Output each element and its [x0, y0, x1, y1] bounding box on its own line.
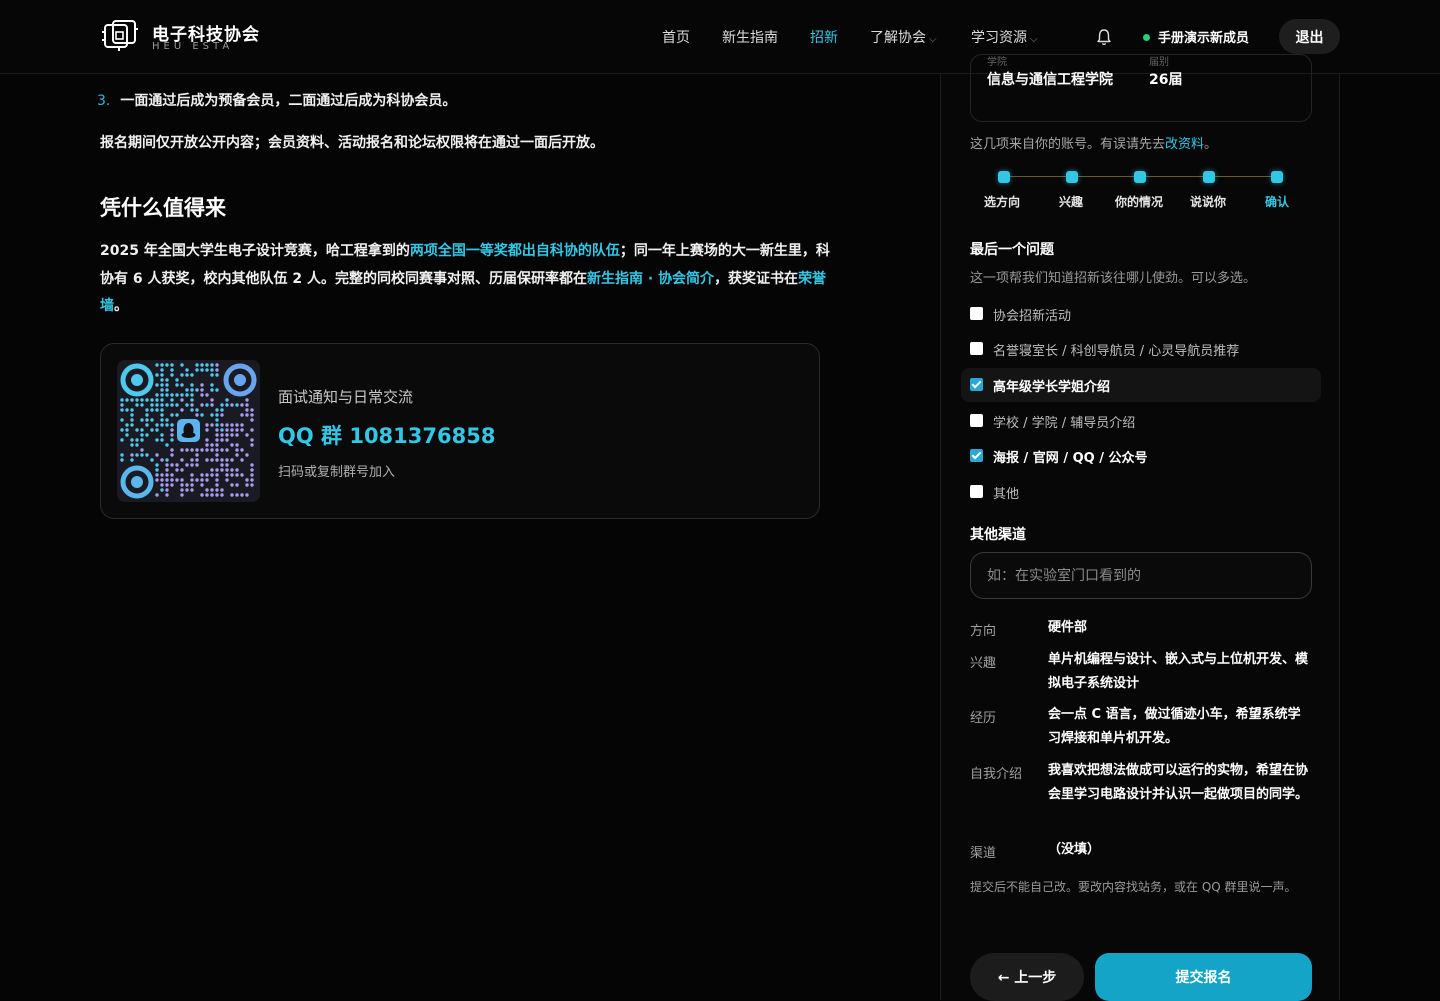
step-label-situation[interactable]: 你的情况 [1115, 193, 1163, 210]
checkbox[interactable] [970, 307, 983, 320]
online-status-dot [1143, 34, 1150, 41]
logout-button[interactable]: 退出 [1279, 19, 1340, 54]
step-dot-3[interactable] [1134, 171, 1146, 183]
step-label-confirm[interactable]: 确认 [1265, 193, 1289, 210]
other-channel-label: 其他渠道 [970, 527, 1026, 543]
summary-key-channel: 渠道 [970, 846, 997, 861]
brand-subtitle: HEU ESTA [152, 41, 234, 52]
checkbox[interactable] [970, 414, 983, 427]
section-title: 凭什么值得来 [100, 196, 226, 220]
nav-home[interactable]: 首页 [662, 27, 690, 47]
college-value: 信息与通信工程学院 [987, 72, 1113, 88]
bell-icon[interactable] [1096, 28, 1112, 46]
summary-key-direction: 方向 [970, 624, 997, 639]
qq-card-title: 面试通知与日常交流 [278, 388, 414, 406]
option-senior-intro[interactable]: 高年级学长学姐介绍 [961, 368, 1321, 402]
option-recruit-event[interactable]: 协会招新活动 [961, 297, 1321, 331]
option-other[interactable]: 其他 [961, 475, 1321, 509]
process-step-3: 3. 一面通过后成为预备会员，二面通过后成为科协会员。 [97, 93, 457, 109]
grade-label: 届别 [1149, 57, 1169, 68]
other-channel-input[interactable] [970, 552, 1312, 599]
question-title: 最后一个问题 [970, 242, 1054, 258]
qq-group-number[interactable]: QQ 群 1081376858 [278, 420, 495, 450]
option-poster-web[interactable]: 海报 / 官网 / QQ / 公众号 [961, 439, 1321, 473]
logo-icon[interactable] [102, 18, 138, 54]
nav-about[interactable]: 了解协会 ⌵ [870, 27, 937, 47]
checkbox-checked[interactable] [970, 378, 983, 391]
signup-panel: 学院 信息与通信工程学院 届别 26届 这几项来自你的账号。有误请先去改资料。 … [940, 54, 1340, 1001]
checkbox-checked[interactable] [970, 449, 983, 462]
summary-value-direction: 硬件部 [1048, 620, 1088, 635]
highlight-text: 两项全国一等奖都出自科协的队伍 [409, 243, 620, 259]
question-subtitle: 这一项帮我们知道招新该往哪儿使劲。可以多选。 [970, 271, 1257, 286]
step-label-interest[interactable]: 兴趣 [1059, 193, 1083, 210]
qq-group-card: 面试通知与日常交流 QQ 群 1081376858 扫码或复制群号加入 [100, 343, 820, 519]
chevron-down-icon: ⌵ [1030, 34, 1038, 45]
account-info-card: 学院 信息与通信工程学院 届别 26届 [970, 54, 1312, 122]
step-label-direction[interactable]: 选方向 [984, 193, 1020, 210]
summary-key-experience: 经历 [970, 711, 997, 726]
step-label-about-you[interactable]: 说说你 [1190, 193, 1226, 210]
access-notice: 报名期间仅开放公开内容；会员资料、活动报名和论坛权限将在通过一面后开放。 [100, 135, 604, 151]
checkbox[interactable] [970, 485, 983, 498]
summary-key-self-intro: 自我介绍 [970, 767, 1023, 782]
link-freshman-guide[interactable]: 新生指南 [587, 271, 643, 287]
summary-value-interest: 单片机编程与设计、嵌入式与上位机开发、模拟电子系统设计 [1048, 652, 1309, 691]
nav-recruit[interactable]: 招新 [810, 27, 838, 47]
chevron-down-icon: ⌵ [929, 34, 937, 45]
summary-key-interest: 兴趣 [970, 656, 997, 671]
qq-card-hint: 扫码或复制群号加入 [278, 465, 396, 480]
edit-profile-link[interactable]: 改资料 [1165, 137, 1204, 152]
account-note: 这几项来自你的账号。有误请先去改资料。 [970, 137, 1218, 152]
nav-freshman-guide[interactable]: 新生指南 [722, 27, 778, 47]
step-dot-1[interactable] [998, 171, 1010, 183]
summary-value-experience: 会一点 C 语言，做过循迹小车，希望系统学习焊接和单片机开发。 [1048, 707, 1301, 746]
step-dot-5[interactable] [1271, 171, 1283, 183]
link-about-association[interactable]: 协会简介 [658, 271, 714, 287]
summary-value-channel: （没填） [1048, 842, 1101, 857]
prev-step-button[interactable]: ← 上一步 [970, 953, 1084, 1001]
grade-value: 26届 [1149, 72, 1183, 88]
submit-footnote: 提交后不能自己改。要改内容找站务，或在 QQ 群里说一声。 [970, 880, 1297, 894]
step-dot-2[interactable] [1066, 171, 1078, 183]
option-school-intro[interactable]: 学校 / 学院 / 辅导员介绍 [961, 404, 1321, 438]
qr-code[interactable] [117, 360, 260, 502]
summary-value-self-intro: 我喜欢把想法做成可以运行的实物，希望在协会里学习电路设计并认识一起做项目的同学。 [1048, 763, 1309, 802]
option-navigator-recommend[interactable]: 名誉寝室长 / 科创导航员 / 心灵导航员推荐 [961, 332, 1321, 366]
submit-button[interactable]: 提交报名 [1095, 953, 1312, 1001]
user-menu[interactable]: 手册演示新成员 [1143, 27, 1249, 46]
nav-resources[interactable]: 学习资源 ⌵ [971, 27, 1038, 47]
checkbox[interactable] [970, 342, 983, 355]
achievement-paragraph: 2025 年全国大学生电子设计竞赛，哈工程拿到的两项全国一等奖都出自科协的队伍；… [100, 243, 830, 314]
step-dot-4[interactable] [1203, 171, 1215, 183]
college-label: 学院 [987, 57, 1007, 68]
